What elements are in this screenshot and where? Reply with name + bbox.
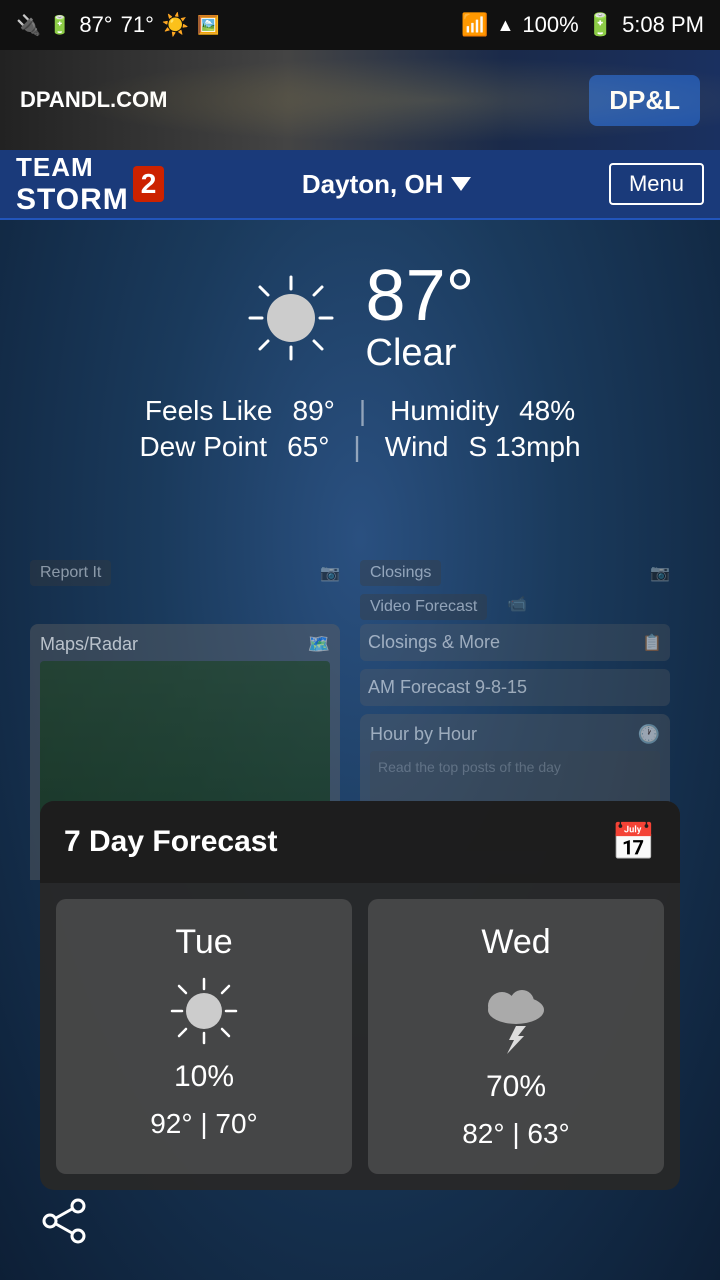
day-card-wed[interactable]: Wed 70% 82° | 63° [368,899,664,1174]
clock-icon: 🕐 [638,724,660,745]
storm-num: 2 [133,166,165,202]
tue-precip: 10% [174,1060,234,1094]
signal-icon: ▲ [497,15,515,36]
share-icon [40,1196,90,1246]
hour-by-hour-header: Hour by Hour 🕐 [370,724,660,745]
battery-indicator: 🔋 [49,15,71,36]
wifi-icon: 📶 [461,12,488,38]
battery-icon: 🔋 [587,12,614,38]
report-it-tab: Report It [30,560,111,586]
forecast-title: 7 Day Forecast [64,825,277,859]
list-icon: 📋 [642,633,662,653]
storm-logo: TEAM STORM 2 [16,152,164,217]
status-left: 🔌 🔋 87° 71° ☀️ 🖼️ [16,12,220,38]
wind-label: Wind [385,431,449,463]
hour-by-hour-label: Hour by Hour [370,724,477,745]
calendar-icon: 📅 [611,821,656,863]
status-bar: 🔌 🔋 87° 71° ☀️ 🖼️ 📶 ▲ 100% 🔋 5:08 PM [0,0,720,50]
wind-value: S 13mph [468,431,580,463]
status-right: 📶 ▲ 100% 🔋 5:08 PM [461,12,704,38]
maps-radar-header: Maps/Radar 🗺️ [40,634,330,655]
usb-icon: 🔌 [16,13,41,38]
dew-point-value: 65° [287,431,329,463]
storm-team-text: TEAM STORM [16,152,129,217]
image-icon: 🖼️ [197,15,219,36]
maps-radar-label: Maps/Radar [40,634,138,655]
main-content: 87° Clear Feels Like 89° | Humidity 48% … [0,220,720,1280]
battery-percent: 100% [522,12,578,38]
feels-like-value: 89° [293,395,335,427]
closings-tab: Closings [360,560,441,586]
wed-precip: 70% [486,1070,546,1104]
temp-display: 87° Clear [366,260,475,375]
menu-button[interactable]: Menu [609,163,704,205]
forecast-header: 7 Day Forecast 📅 [40,801,680,883]
tue-weather-icon [164,976,244,1046]
map-icon: 🗺️ [308,634,330,655]
wed-temps: 82° | 63° [462,1118,570,1150]
share-button[interactable] [30,1186,100,1256]
video-forecast-tab: Video Forecast [360,594,487,620]
dew-point-label: Dew Point [139,431,267,463]
location-selector[interactable]: Dayton, OH [302,169,472,200]
weather-main-display: 87° Clear [246,260,475,375]
day-name-tue: Tue [175,923,232,962]
time-display: 5:08 PM [622,12,704,38]
temp-current: 87° [79,12,112,38]
day-card-tue[interactable]: Tue 10% 92° | 70° [56,899,352,1174]
detail-row-2: Dew Point 65° | Wind S 13mph [139,431,580,463]
app-header: TEAM STORM 2 Dayton, OH Menu [0,150,720,220]
sun-weather-icon [246,273,336,363]
closings-more-label: Closings & More [368,632,500,653]
forecast-days-container: Tue 10% 92° | 70° [40,883,680,1190]
am-forecast-label: AM Forecast 9-8-15 [368,677,527,698]
current-weather-section: 87° Clear Feels Like 89° | Humidity 48% … [0,220,720,483]
condition-text: Clear [366,332,475,375]
forecast-card[interactable]: 7 Day Forecast 📅 Tue [40,801,680,1190]
dropdown-arrow-icon [451,177,471,191]
current-temp: 87° [366,260,475,332]
weather-status-icon: ☀️ [162,12,189,38]
ad-banner[interactable]: DPANDL.COM DP&L [0,50,720,150]
feels-like-label: Feels Like [145,395,273,427]
weather-details: Feels Like 89° | Humidity 48% Dew Point … [139,395,580,463]
day-name-wed: Wed [481,923,550,962]
detail-row-1: Feels Like 89° | Humidity 48% [145,395,575,427]
location-text: Dayton, OH [302,169,444,200]
humidity-value: 48% [519,395,575,427]
temp-low: 71° [121,12,154,38]
tue-temps: 92° | 70° [150,1108,258,1140]
humidity-label: Humidity [390,395,499,427]
wed-weather-icon [476,976,556,1056]
